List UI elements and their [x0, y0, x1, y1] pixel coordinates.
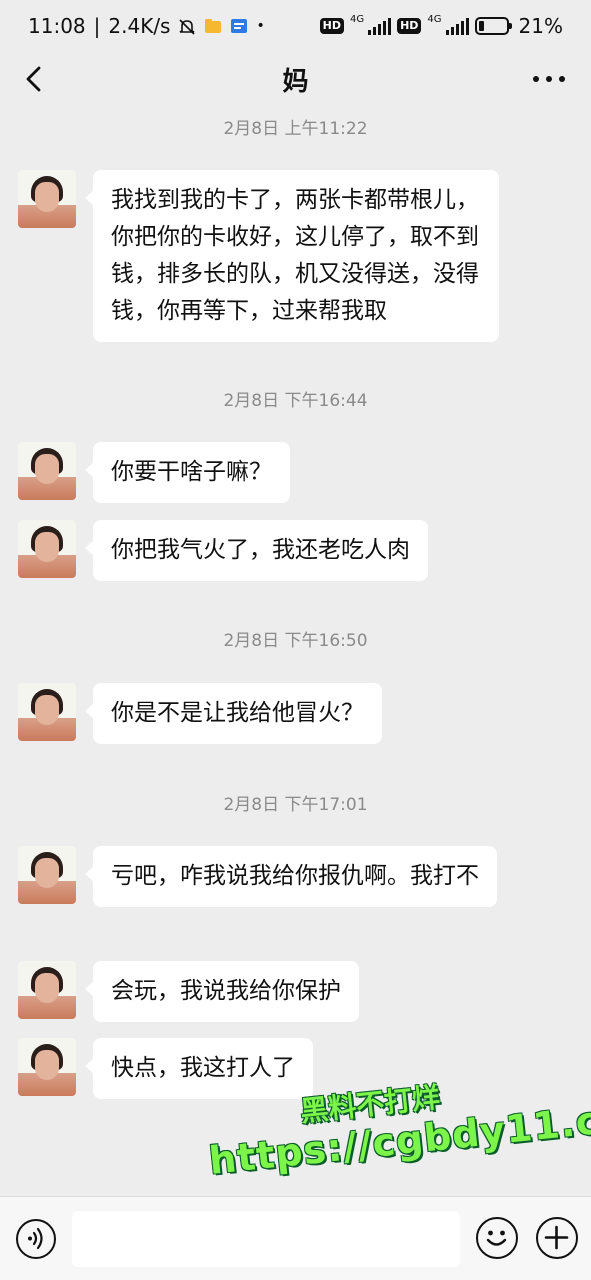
- message-bubble[interactable]: 亏吧，咋我说我给你报仇啊。我打不: [85, 846, 497, 907]
- more-dot: [533, 76, 539, 82]
- app-notification-icon: [230, 18, 248, 34]
- message-list[interactable]: 2月8日 上午11:22 我找到我的卡了，两张卡都带根儿，你把你的卡收好，这儿停…: [0, 106, 591, 1196]
- status-time: 11:08: [28, 14, 86, 38]
- message-bubble[interactable]: 你把我气火了，我还老吃人肉: [85, 520, 428, 581]
- avatar[interactable]: [18, 1038, 76, 1096]
- battery-fill: [478, 21, 484, 31]
- more-dot: [546, 76, 552, 82]
- chevron-left-icon: [26, 66, 41, 92]
- hd-badge: HD: [319, 18, 344, 34]
- message-bubble[interactable]: 我找到我的卡了，两张卡都带根儿，你把你的卡收好，这儿停了，取不到钱，排多长的队，…: [85, 170, 499, 342]
- dot-icon: •: [256, 18, 265, 34]
- avatar[interactable]: [18, 961, 76, 1019]
- message-bubble[interactable]: 快点，我这打人了: [85, 1038, 313, 1099]
- status-speed: 2.4K/s: [108, 14, 171, 38]
- message-bubble[interactable]: 你是不是让我给他冒火？: [85, 683, 382, 744]
- timestamp: 2月8日 下午16:50: [223, 631, 368, 651]
- more-dot: [559, 76, 565, 82]
- hd-badge-2: HD: [397, 18, 422, 34]
- network-label-1: 4G: [349, 14, 365, 25]
- avatar[interactable]: [18, 846, 76, 904]
- message-row: 你是不是让我给他冒火？: [18, 683, 382, 744]
- voice-button[interactable]: [16, 1219, 56, 1259]
- avatar[interactable]: [18, 442, 76, 500]
- chat-title: 妈: [282, 66, 309, 97]
- status-bar: 11:08 | 2.4K/s • HD 4G HD 4G 21%: [0, 0, 591, 52]
- plus-button[interactable]: [536, 1217, 578, 1259]
- avatar[interactable]: [18, 520, 76, 578]
- signal-icon-2: [445, 17, 469, 35]
- avatar[interactable]: [18, 683, 76, 741]
- status-right: HD 4G HD 4G 21%: [319, 14, 563, 38]
- message-row: 你要干啥子嘛？: [18, 442, 290, 503]
- status-divider: |: [93, 14, 101, 38]
- network-label-2: 4G: [427, 14, 442, 25]
- timestamp: 2月8日 下午17:01: [223, 795, 368, 815]
- message-row: 我找到我的卡了，两张卡都带根儿，你把你的卡收好，这儿停了，取不到钱，排多长的队，…: [18, 170, 499, 342]
- message-row: 会玩，我说我给你保护: [18, 961, 359, 1022]
- message-bubble[interactable]: 会玩，我说我给你保护: [85, 961, 359, 1022]
- signal-icon: [368, 17, 392, 35]
- plus-icon: [544, 1225, 569, 1250]
- message-input[interactable]: [72, 1211, 460, 1267]
- chat-screen: 11:08 | 2.4K/s • HD 4G HD 4G 21% 妈 2月8日 …: [0, 0, 591, 1280]
- chat-header: 妈: [0, 52, 591, 106]
- message-bubble[interactable]: 你要干啥子嘛？: [85, 442, 290, 503]
- message-row: 快点，我这打人了: [18, 1038, 313, 1099]
- status-left: 11:08 | 2.4K/s •: [28, 14, 265, 38]
- back-button[interactable]: [20, 64, 50, 94]
- voice-icon: [28, 1227, 43, 1250]
- avatar[interactable]: [18, 170, 76, 228]
- more-button[interactable]: [533, 66, 565, 92]
- battery-percent: 21%: [518, 14, 563, 38]
- timestamp: 2月8日 下午16:44: [223, 391, 368, 411]
- input-bar: [0, 1196, 591, 1280]
- battery-icon: [474, 17, 512, 35]
- emoji-button[interactable]: [476, 1217, 518, 1259]
- folder-icon: [204, 18, 222, 34]
- message-row: 你把我气火了，我还老吃人肉: [18, 520, 428, 581]
- timestamp: 2月8日 上午11:22: [223, 119, 368, 139]
- message-row: 亏吧，咋我说我给你报仇啊。我打不: [18, 846, 497, 907]
- bell-muted-icon: [178, 18, 196, 35]
- emoji-icon: [486, 1230, 507, 1246]
